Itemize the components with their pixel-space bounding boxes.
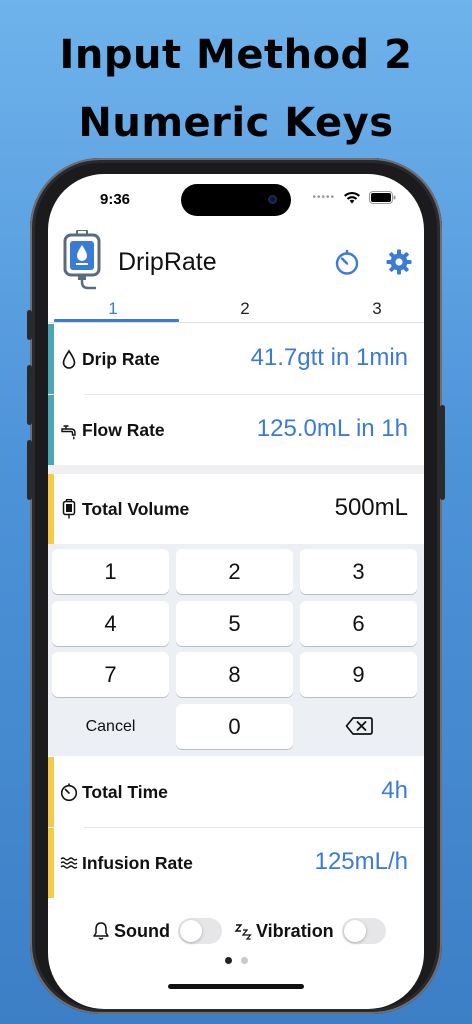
page-dot-1 xyxy=(224,957,232,964)
total-time-row[interactable]: Total Time 4h xyxy=(48,757,424,827)
bottom-toggles: Sound Vibration xyxy=(48,908,424,958)
total-time-label: Total Time xyxy=(82,782,168,802)
drip-rate-value: 41.7gtt in 1min xyxy=(250,344,408,371)
key-7[interactable]: 7 xyxy=(52,652,169,697)
row-stripe xyxy=(48,757,54,827)
key-3[interactable]: 3 xyxy=(300,549,417,594)
page-control[interactable] xyxy=(48,957,424,964)
tab-2[interactable]: 2 xyxy=(225,299,265,319)
section-gap xyxy=(48,465,424,474)
battery-icon xyxy=(369,191,396,204)
volume-up-button xyxy=(27,365,32,425)
key-0[interactable]: 0 xyxy=(176,704,293,749)
row-stripe xyxy=(48,395,54,465)
sleep-zzz-icon xyxy=(234,924,252,940)
promo-headline-line1: Input Method 2 xyxy=(59,32,413,78)
drip-rate-label: Drip Rate xyxy=(82,349,160,369)
key-2[interactable]: 2 xyxy=(176,549,293,594)
total-time-value: 4h xyxy=(381,777,408,804)
timer-icon[interactable] xyxy=(333,248,361,276)
dynamic-island xyxy=(181,184,291,216)
sound-label: Sound xyxy=(114,920,170,941)
infusion-rate-row[interactable]: Infusion Rate 125mL/h xyxy=(48,828,424,898)
active-tab-indicator xyxy=(54,319,179,322)
iv-bag-small-icon xyxy=(62,499,76,519)
drip-rate-row[interactable]: Drip Rate 41.7gtt in 1min xyxy=(48,324,424,394)
home-indicator[interactable] xyxy=(168,984,304,989)
flow-rate-row[interactable]: Flow Rate 125.0mL in 1h xyxy=(48,395,424,465)
wifi-icon xyxy=(344,191,360,204)
key-5[interactable]: 5 xyxy=(176,601,293,646)
cancel-button[interactable]: Cancel xyxy=(52,704,169,749)
mute-switch xyxy=(27,310,32,340)
key-9[interactable]: 9 xyxy=(300,652,417,697)
infusion-rate-label: Infusion Rate xyxy=(82,853,193,873)
app-title: DripRate xyxy=(118,248,217,276)
page-dot-2 xyxy=(240,957,248,964)
bell-icon xyxy=(93,922,109,940)
promo-headline-line2: Numeric Keys xyxy=(78,100,394,146)
timer-small-icon xyxy=(60,783,78,802)
vibration-label: Vibration xyxy=(256,920,334,941)
total-volume-value: 500mL xyxy=(334,494,408,521)
numeric-keypad: 1 2 3 4 5 6 7 8 9 Cancel 0 xyxy=(48,544,424,756)
app-header: DripRate xyxy=(48,228,424,298)
row-stripe xyxy=(48,324,54,394)
row-stripe xyxy=(48,828,54,898)
switch-knob xyxy=(343,920,366,942)
sound-toggle-group: Sound xyxy=(92,918,222,944)
key-6[interactable]: 6 xyxy=(300,601,417,646)
volume-down-button xyxy=(27,440,32,500)
phone-screen: 9:36 ••••• DripRate 1 2 3 Drip Rate 41.7… xyxy=(48,174,424,1009)
key-1[interactable]: 1 xyxy=(52,549,169,594)
flow-rate-value: 125.0mL in 1h xyxy=(256,415,408,442)
key-4[interactable]: 4 xyxy=(52,601,169,646)
infusion-rate-value: 125mL/h xyxy=(314,848,408,875)
total-volume-label: Total Volume xyxy=(82,499,190,519)
droplet-icon xyxy=(62,349,76,369)
camera-icon xyxy=(268,195,277,204)
status-indicators: ••••• xyxy=(312,191,396,204)
waves-icon xyxy=(60,857,78,869)
key-8[interactable]: 8 xyxy=(176,652,293,697)
backspace-button[interactable] xyxy=(300,704,417,749)
vibration-switch[interactable] xyxy=(341,918,386,944)
sound-switch[interactable] xyxy=(178,918,222,944)
total-volume-row[interactable]: Total Volume 500mL xyxy=(48,474,424,544)
switch-knob xyxy=(180,920,202,942)
signal-dots: ••••• xyxy=(312,192,335,203)
vibration-toggle-group: Vibration xyxy=(234,918,386,944)
tab-1[interactable]: 1 xyxy=(93,299,133,319)
page-tabs: 1 2 3 xyxy=(48,296,424,323)
gear-icon[interactable] xyxy=(385,248,413,276)
delete-backward-icon xyxy=(345,717,373,735)
power-button xyxy=(440,405,445,500)
iv-bag-icon xyxy=(63,230,101,290)
row-stripe xyxy=(48,474,54,544)
status-time: 9:36 xyxy=(100,191,131,208)
flow-rate-label: Flow Rate xyxy=(82,420,165,440)
tab-3[interactable]: 3 xyxy=(357,299,397,319)
faucet-icon xyxy=(61,425,76,440)
